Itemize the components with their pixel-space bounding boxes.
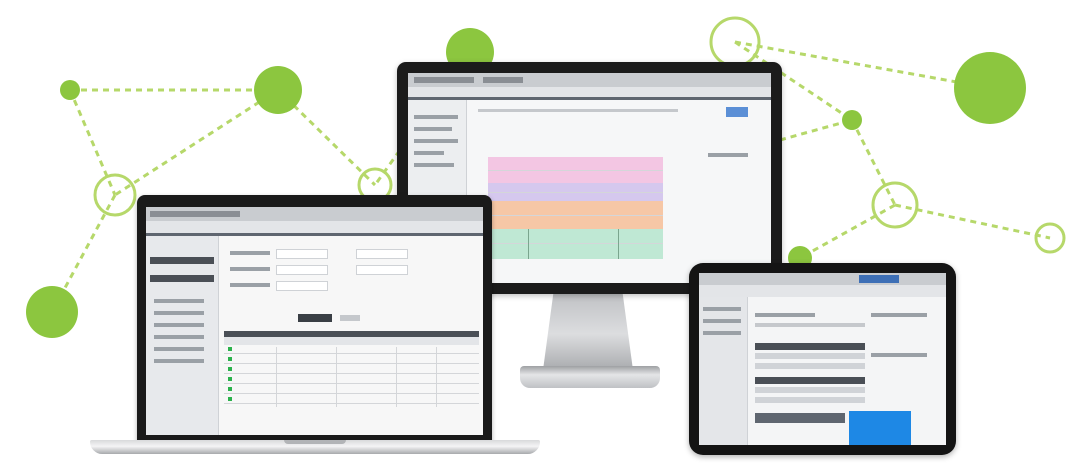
monitor-band-gridline — [488, 215, 663, 216]
network-link — [850, 119, 897, 206]
laptop-sidebar-item — [154, 311, 204, 315]
hero-illustration — [0, 0, 1083, 472]
monitor-toolbar-item — [414, 77, 474, 83]
tablet-toolbar-chip — [859, 275, 899, 283]
network-link — [779, 118, 853, 142]
laptop-hinge-notch — [284, 440, 346, 444]
laptop-sidebar-header — [150, 257, 214, 264]
monitor-stand-neck — [543, 290, 633, 370]
laptop-table-colline — [276, 347, 277, 407]
laptop-form-field — [356, 249, 408, 259]
laptop-sidebar-item — [154, 359, 204, 363]
laptop-table-colline — [396, 347, 397, 407]
monitor-header-rule — [478, 109, 678, 112]
monitor-action-chip — [726, 107, 748, 117]
status-dot-icon — [228, 397, 232, 401]
monitor-band-gridline — [488, 170, 663, 171]
laptop-form-label — [230, 251, 270, 255]
monitor-sidebar-item — [414, 115, 458, 119]
laptop-table-rowline — [224, 393, 479, 394]
monitor-band-gridline — [488, 243, 663, 244]
tablet-app-subbar — [699, 285, 946, 297]
tablet-screen — [699, 273, 946, 445]
network-link — [799, 203, 896, 260]
laptop-toolbar-item — [150, 211, 240, 217]
network-node — [954, 52, 1026, 124]
monitor-sidebar-item — [414, 139, 458, 143]
laptop-form-field — [276, 249, 328, 259]
monitor-sidebar-item — [414, 151, 444, 155]
network-link — [894, 203, 1051, 240]
network-node — [842, 110, 862, 130]
monitor-band-marker — [618, 229, 619, 259]
status-dot-icon — [228, 387, 232, 391]
status-dot-icon — [228, 377, 232, 381]
tablet-section-header — [755, 343, 865, 350]
status-dot-icon — [228, 347, 232, 351]
network-link — [114, 88, 279, 197]
laptop-form-field — [356, 265, 408, 275]
tablet-form-row — [755, 353, 865, 359]
monitor-sidebar-item — [414, 127, 452, 131]
tablet-app-toolbar — [699, 273, 946, 285]
network-node — [60, 80, 80, 100]
monitor-stand-base — [520, 366, 660, 388]
laptop-table-subheader — [224, 337, 479, 345]
monitor-toolbar-item — [483, 77, 523, 83]
tablet-form-row — [755, 397, 865, 403]
laptop-sidebar-item — [154, 323, 204, 327]
tablet-form-row — [755, 387, 865, 393]
tablet-aside-line — [871, 313, 927, 317]
tablet-footer-bar — [755, 413, 845, 423]
network-link — [68, 89, 117, 196]
network-node — [254, 66, 302, 114]
laptop-form-label — [230, 283, 270, 287]
monitor-band-marker — [528, 229, 529, 259]
laptop-table-colline — [436, 347, 437, 407]
laptop-table-rowline — [224, 363, 479, 364]
laptop-table-rowline — [224, 403, 479, 404]
laptop-sidebar-header — [150, 275, 214, 282]
tablet-form-label — [755, 313, 815, 317]
tablet-form-row — [755, 363, 865, 369]
laptop-sidebar-item — [154, 299, 204, 303]
monitor-band-mint — [488, 229, 663, 259]
laptop-screen — [146, 207, 483, 435]
tablet-sidebar-item — [703, 307, 741, 311]
laptop-form-field — [276, 265, 328, 275]
tablet-info-panel — [849, 411, 911, 445]
laptop-table-rowline — [224, 373, 479, 374]
monitor-legend-line — [708, 153, 748, 157]
tablet-section-header — [755, 377, 865, 384]
tablet-icon — [689, 263, 956, 455]
monitor-app-subbar — [408, 87, 771, 97]
status-dot-icon — [228, 367, 232, 371]
laptop-icon — [137, 195, 492, 443]
laptop-sidebar-item — [154, 335, 204, 339]
tablet-sidebar-item — [703, 331, 741, 335]
laptop-form-field — [276, 281, 328, 291]
laptop-secondary-button — [340, 315, 360, 321]
tablet-sidebar-item — [703, 319, 741, 323]
network-node — [26, 286, 78, 338]
laptop-sidebar-item — [154, 347, 204, 351]
laptop-primary-button — [298, 314, 332, 322]
laptop-table-rowline — [224, 353, 479, 354]
laptop-app-subbar — [146, 221, 483, 233]
tablet-form-line — [755, 323, 865, 327]
tablet-aside-line — [871, 353, 927, 357]
monitor-band-gridline — [488, 192, 663, 193]
laptop-table-colline — [336, 347, 337, 407]
laptop-form-label — [230, 267, 270, 271]
laptop-table-rowline — [224, 383, 479, 384]
monitor-sidebar-item — [414, 163, 454, 167]
status-dot-icon — [228, 357, 232, 361]
